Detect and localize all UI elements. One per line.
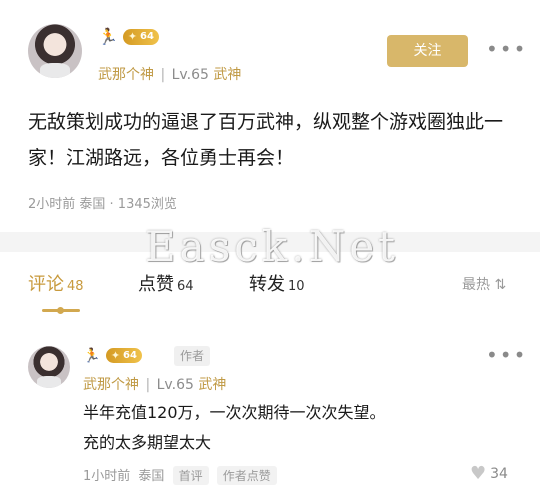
first-comment-chip: 首评 (172, 466, 209, 485)
separator: | (145, 377, 151, 393)
post-meta: 2小时前 泰国 · 1345浏览 (28, 197, 177, 212)
heart-icon: ♥ (470, 463, 487, 484)
separator: | (160, 67, 166, 83)
comment-author-name[interactable]: 武那个神 (83, 377, 139, 393)
tab-shares[interactable]: 转发 10 (249, 270, 305, 296)
comment-author-level: Lv.65 (156, 377, 194, 393)
post-author-level: Lv.65 (171, 67, 209, 83)
level-badge: ✦ 64 (123, 29, 159, 45)
comment-author-line[interactable]: 武那个神 | Lv.65 武神 (83, 374, 226, 394)
active-tab-indicator (42, 307, 80, 314)
tab-shares-label: 转发 (249, 274, 285, 295)
follow-button[interactable]: 关注 (387, 35, 468, 67)
runner-icon: 🏃 (83, 348, 101, 364)
sort-label: 最热 (462, 277, 490, 293)
level-badge: ✦ 64 (106, 348, 142, 363)
tab-comments-label: 评论 (28, 274, 64, 295)
post-author-avatar[interactable] (28, 24, 82, 78)
post-more-icon[interactable]: ••• (486, 39, 527, 59)
comment-text: 半年充值120万，一次次期待一次次失望。 充的太多期望太大 (83, 398, 513, 458)
tab-likes[interactable]: 点赞 64 (138, 270, 194, 296)
sort-icon: ⇅ (494, 277, 507, 293)
post-text: 无敌策划成功的逼退了百万武神，纵观整个游戏圈独此一家！江湖路远，各位勇士再会！ (28, 111, 504, 169)
comment-more-icon[interactable]: ••• (486, 345, 527, 365)
author-liked-chip: 作者点赞 (216, 466, 277, 485)
watermark: Easck.Net (145, 222, 400, 271)
tab-likes-label: 点赞 (138, 274, 174, 295)
author-tag: 作者 (174, 346, 211, 366)
post-author-name[interactable]: 武那个神 (98, 67, 154, 83)
comment-text-line: 充的太多期望太大 (83, 433, 212, 452)
tab-shares-count: 10 (288, 279, 305, 294)
level-badge-value: 64 (140, 31, 154, 42)
star-icon: ✦ (127, 30, 138, 43)
comment-text-line: 半年充值120万，一次次期待一次次失望。 (83, 403, 386, 422)
comment-author-title: 武神 (198, 377, 227, 393)
comment-author-avatar[interactable] (28, 346, 70, 388)
tab-likes-count: 64 (177, 279, 194, 294)
post-author-line[interactable]: 武那个神 | Lv.65 武神 (98, 64, 241, 84)
comment-location: 泰国 (138, 469, 165, 484)
star-icon: ✦ (110, 349, 121, 362)
sort-hot-button[interactable]: 最热 ⇅ (462, 274, 506, 294)
post-author-title: 武神 (213, 67, 242, 83)
like-count: 34 (490, 465, 508, 482)
level-badge-value: 64 (123, 350, 137, 361)
comment-like-button[interactable]: ♥ 34 (470, 463, 508, 484)
comment-time: 1小时前 (83, 469, 131, 484)
comment-meta: 1小时前 泰国 首评 作者点赞 (83, 465, 277, 485)
runner-icon: 🏃 (98, 27, 118, 46)
tab-comments[interactable]: 评论 48 (28, 270, 84, 296)
tab-comments-count: 48 (67, 279, 84, 294)
